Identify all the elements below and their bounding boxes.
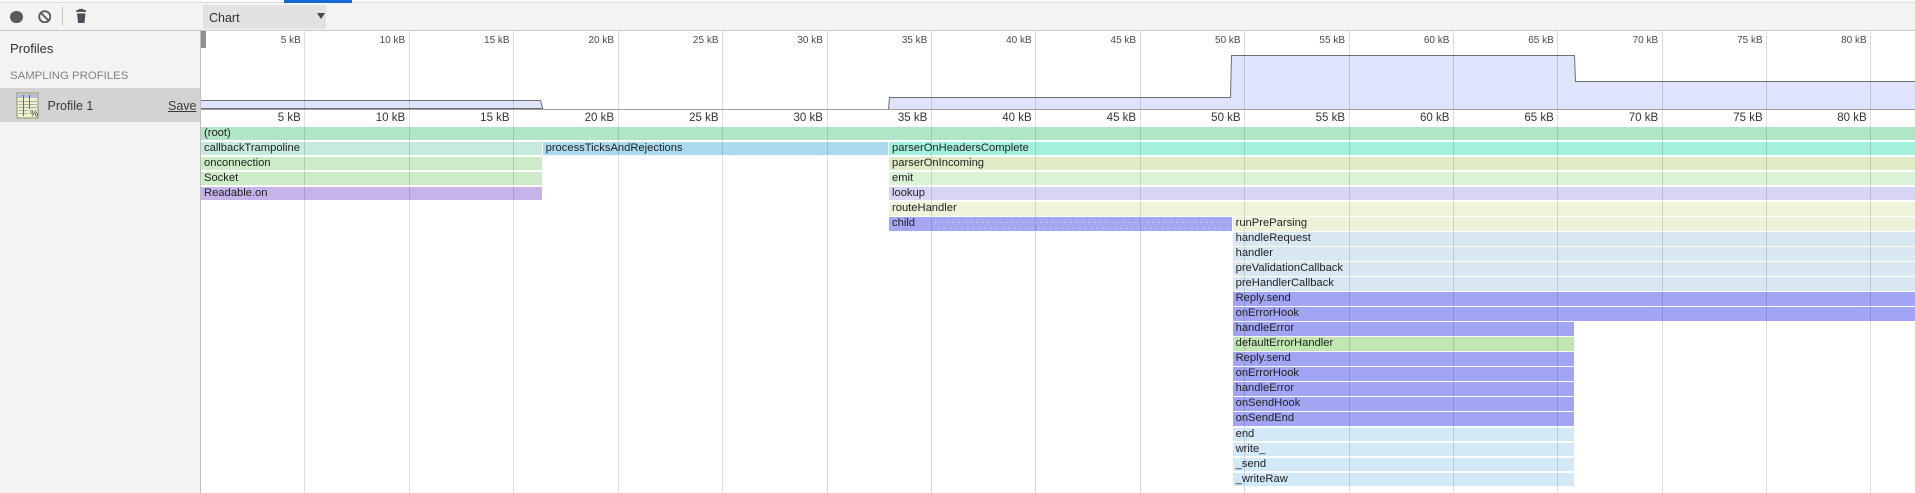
svg-text:%: % [30, 109, 38, 119]
